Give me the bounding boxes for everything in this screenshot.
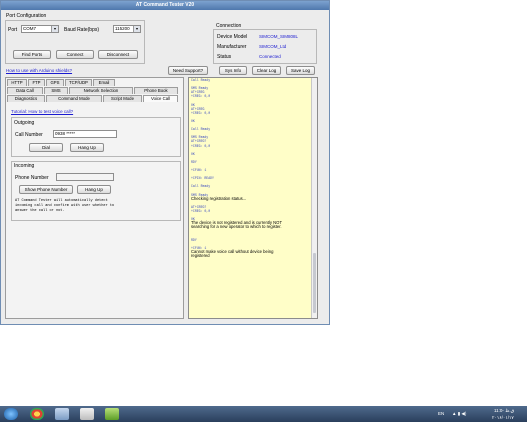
port-config-heading: Port Configuration [6, 13, 47, 19]
tab-network-selection[interactable]: Network Selection [69, 87, 133, 94]
hang-up-outgoing-button[interactable]: Hang Up [70, 143, 104, 152]
need-support-button[interactable]: Need Support? [168, 66, 208, 75]
tray-icons[interactable]: ▲ ▮ ◀) [452, 411, 466, 417]
device-model-label: Device Model [217, 34, 248, 40]
port-label: Port [8, 27, 18, 33]
chevron-down-icon: ▾ [133, 26, 140, 32]
log-console[interactable]: Call Ready SMS Ready AT+CREG +CREG: 0,0 OK… [188, 77, 318, 319]
phone-number-input[interactable] [56, 173, 114, 181]
tab-data-call[interactable]: Data Call [7, 87, 43, 94]
tab-script-mode[interactable]: Script Mode [103, 95, 142, 102]
app-window: AT Command Tester V20 Port Configuration… [0, 0, 330, 325]
device-model-value: SIMCOM_SIM808L [259, 34, 299, 39]
status-value: Connected [259, 54, 281, 59]
tab-sms[interactable]: SMS [44, 87, 68, 94]
phone-number-label: Phone Number [15, 175, 49, 181]
tutorial-link[interactable]: Tutorial: How to test voice call? [11, 109, 73, 114]
log-line: registered [191, 253, 210, 259]
call-number-label: Call Number [15, 132, 43, 138]
tab-diagnostics[interactable]: Diagnostics [7, 95, 45, 102]
chrome-icon[interactable] [30, 408, 44, 420]
baud-select-value: 115200 [115, 26, 130, 31]
log-scrollbar[interactable] [311, 78, 317, 318]
log-lines: Call Ready SMS Ready AT+CREG +CREG: 0,0 OK… [189, 78, 317, 258]
tab-phone-book[interactable]: Phone Book [134, 87, 178, 94]
port-select-value: COM7 [23, 26, 37, 31]
incoming-note-line: answer the call or not. [15, 209, 65, 213]
app-icon[interactable] [105, 408, 119, 420]
chevron-down-icon: ▾ [51, 26, 58, 32]
call-number-input[interactable]: 0938 ***** [53, 130, 117, 138]
log-scroll-thumb[interactable] [313, 253, 316, 313]
status-label: Status [217, 54, 232, 60]
find-ports-button[interactable]: Find Ports [13, 50, 51, 59]
java-app-icon[interactable] [80, 408, 94, 420]
incoming-note: AT Command Tester will automatically det… [15, 199, 114, 214]
baud-label: Baud Rate(bps) [64, 27, 100, 33]
taskbar: EN ▲ ▮ ◀) 11:0- ق.ظ ۲۰۱۶/۰۱/۱۷ [0, 406, 527, 422]
incoming-heading: Incoming [14, 163, 35, 169]
sys-info-button[interactable]: Sys Info [219, 66, 247, 75]
language-indicator[interactable]: EN [438, 411, 444, 416]
tab-ftp[interactable]: FTP [28, 79, 45, 86]
clock-date[interactable]: ۲۰۱۶/۰۱/۱۷ [492, 415, 514, 421]
tab-email[interactable]: Email [93, 79, 115, 86]
tab-gps[interactable]: GPS [46, 79, 64, 86]
file-explorer-icon[interactable] [55, 408, 69, 420]
outgoing-heading: Outgoing [14, 120, 35, 126]
dial-button[interactable]: Dial [29, 143, 63, 152]
show-phone-number-button[interactable]: Show Phone Number [19, 185, 73, 194]
hang-up-incoming-button[interactable]: Hang Up [77, 185, 111, 194]
tab-voice-call[interactable]: Voice Call [143, 95, 178, 102]
baud-select[interactable]: 115200 ▾ [113, 25, 141, 33]
call-number-value: 0938 ***** [55, 131, 76, 136]
connect-button[interactable]: Connect [56, 50, 94, 59]
clock-time[interactable]: 11:0- ق.ظ [494, 408, 514, 414]
manufacturer-label: Manufacturer [217, 44, 247, 50]
clear-log-button[interactable]: Clear Log [252, 66, 281, 75]
tab-tcp-udp[interactable]: TCP/UDP [65, 79, 92, 86]
disconnect-button[interactable]: Disconnect [98, 50, 138, 59]
tab-http[interactable]: HTTP [7, 79, 27, 86]
save-log-button[interactable]: Save Log [286, 66, 315, 75]
manufacturer-value: SIMCOM_Ltd [259, 44, 287, 49]
port-select[interactable]: COM7 ▾ [21, 25, 59, 33]
start-button-icon[interactable] [4, 408, 18, 420]
arduino-shields-link[interactable]: How to use with Arduino shields? [6, 68, 72, 73]
tab-command-mode[interactable]: Command Mode [46, 95, 102, 102]
window-title: AT Command Tester V20 [1, 1, 329, 10]
